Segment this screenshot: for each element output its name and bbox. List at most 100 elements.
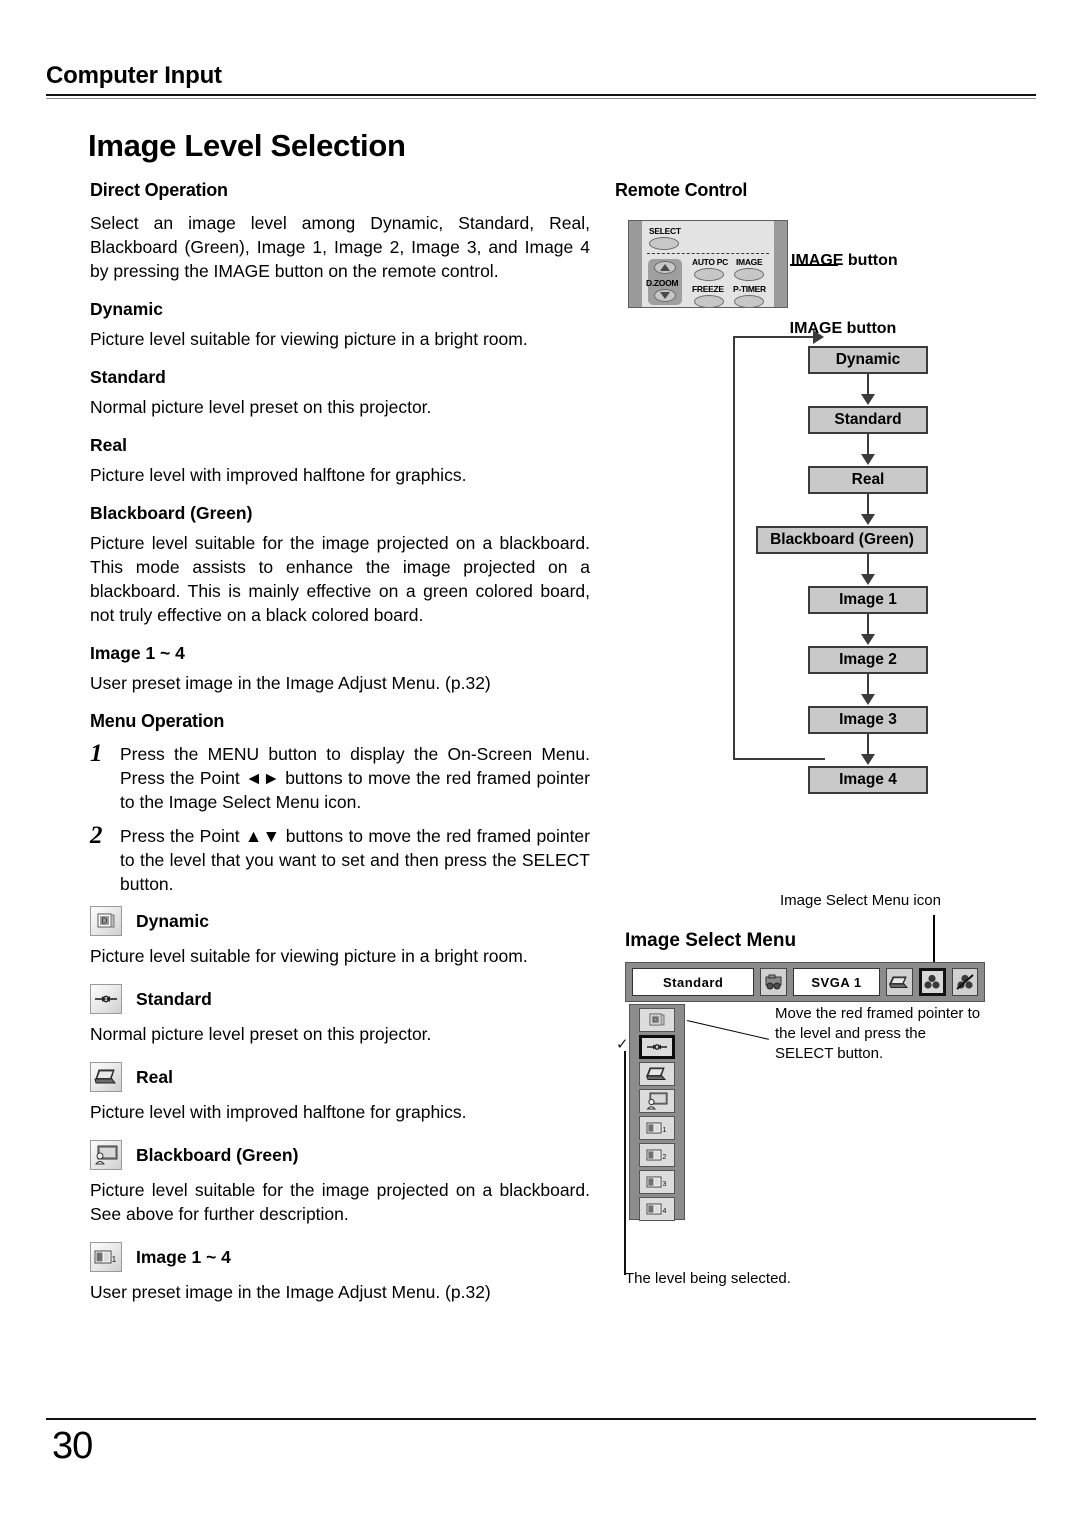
osd-icon-image-2[interactable]: 2 [639, 1143, 675, 1167]
menu-level-desc-blackboard: Picture level suitable for the image pro… [90, 1180, 590, 1224]
dynamic-icon: D [90, 906, 122, 936]
flow-connector-3 [808, 494, 928, 526]
remote-dzoom-up-button[interactable] [654, 261, 676, 274]
svg-text:1: 1 [663, 1127, 667, 1134]
step-2-number: 2 [90, 822, 103, 849]
remote-divider [647, 253, 769, 254]
menu-level-row-blackboard: Blackboard (Green) [90, 1140, 590, 1170]
header-rule-top [46, 94, 1036, 96]
menu-level-desc-image1-4: User preset image in the Image Adjust Me… [90, 1282, 491, 1302]
remote-dzoom-label: D.ZOOM [646, 278, 679, 288]
level-term-standard: Standard [90, 367, 166, 387]
menu-level-desc-real: Picture level with improved halftone for… [90, 1102, 467, 1122]
remote-image-button[interactable] [734, 268, 764, 281]
step-1-number: 1 [90, 740, 103, 767]
image-adjust-menu-icon[interactable] [951, 968, 979, 996]
level-term-real: Real [90, 435, 127, 455]
osd-level-icon-column: ✓ D 1 2 3 4 [616, 1004, 685, 1275]
level-desc-blackboard: Picture level suitable for the image pro… [90, 533, 590, 625]
menu-level-label-dynamic: Dynamic [136, 910, 209, 931]
flow-loop-top [733, 336, 817, 338]
flow-node-image-2: Image 2 [808, 646, 928, 674]
step-2: 2 Press the Point ▲▼ buttons to move the… [90, 822, 590, 896]
svg-text:D: D [653, 1017, 658, 1024]
laptop-icon[interactable] [886, 968, 913, 996]
chapter-title: Computer Input [46, 62, 222, 89]
flow-loop-vertical [733, 336, 735, 760]
flow-loop-arrowhead [813, 330, 824, 344]
osd-icon-image-3[interactable]: 3 [639, 1170, 675, 1194]
osd-pointer-checkmark: ✓ [616, 1036, 629, 1053]
camera-icon[interactable] [760, 968, 787, 996]
level-desc-image1-4: User preset image in the Image Adjust Me… [90, 673, 491, 693]
real-icon [90, 1062, 122, 1092]
page-title: Image Level Selection [88, 128, 406, 163]
svg-text:1: 1 [112, 1255, 117, 1264]
flow-node-image-1: Image 1 [808, 586, 928, 614]
osd-input-field[interactable]: SVGA 1 [792, 968, 881, 996]
flow-connector-7 [808, 734, 928, 766]
standard-icon [90, 984, 122, 1014]
remote-left-rail [629, 221, 642, 307]
page-number: 30 [52, 1425, 93, 1467]
flow-node-blackboard: Blackboard (Green) [756, 526, 928, 554]
right-column: Remote Control SELECT D.ZOOM AUTO PC IMA… [615, 180, 1035, 1287]
svg-text:3: 3 [663, 1181, 667, 1188]
remote-freeze-label: FREEZE [692, 284, 724, 294]
remote-right-rail [774, 221, 787, 307]
osd-bottom-note-text: The level being selected. [625, 1270, 791, 1287]
osd-selected-level-leader [624, 1051, 626, 1275]
page-header: Computer Input [46, 62, 1036, 99]
osd-icon-standard[interactable] [639, 1035, 675, 1059]
osd-note-leader [686, 1020, 769, 1040]
svg-text:2: 2 [663, 1154, 667, 1161]
remote-autopc-button[interactable] [694, 268, 724, 281]
flow-connector-2 [808, 434, 928, 466]
osd-icon-image-1[interactable]: 1 [639, 1116, 675, 1140]
remote-callout-label: IMAGE button [791, 252, 898, 269]
menu-level-desc-standard: Normal picture level preset on this proj… [90, 1024, 432, 1044]
flow-connector-1 [808, 374, 928, 406]
blackboard-icon [90, 1140, 122, 1170]
flow-node-image-4: Image 4 [808, 766, 928, 794]
level-desc-real: Picture level with improved halftone for… [90, 465, 467, 485]
flow-connector-4 [808, 554, 928, 586]
remote-select-button[interactable] [649, 237, 679, 250]
menu-level-label-real: Real [136, 1066, 173, 1087]
flow-node-dynamic: Dynamic [808, 346, 928, 374]
header-rule-bottom [46, 98, 1036, 99]
menu-level-row-standard: Standard [90, 984, 590, 1014]
remote-dzoom-down-button[interactable] [654, 289, 676, 302]
level-desc-standard: Normal picture level preset on this proj… [90, 397, 432, 417]
image-level-flowchart: IMAGE button Dynamic Standard Real Black… [715, 320, 965, 794]
step-1-text: Press the MENU button to display the On-… [120, 744, 590, 812]
image-select-menu-icon[interactable] [918, 968, 946, 996]
osd-icon-blackboard[interactable] [639, 1089, 675, 1113]
remote-ptimer-button[interactable] [734, 295, 764, 308]
svg-text:D: D [102, 917, 108, 926]
osd-icon-dynamic[interactable]: D [639, 1008, 675, 1032]
image-select-menu-icon-callout: Image Select Menu icon [780, 892, 941, 909]
osd-icon-image-4[interactable]: 4 [639, 1197, 675, 1221]
menu-level-desc-dynamic: Picture level suitable for viewing pictu… [90, 946, 528, 966]
flow-connector-6 [808, 674, 928, 706]
flow-connector-5 [808, 614, 928, 646]
footer-rule [46, 1418, 1036, 1420]
menu-level-label-standard: Standard [136, 988, 212, 1009]
svg-text:4: 4 [663, 1208, 667, 1215]
level-term-image1-4: Image 1 ~ 4 [90, 643, 185, 663]
flow-node-real: Real [808, 466, 928, 494]
step-1: 1 Press the MENU button to display the O… [90, 740, 590, 814]
osd-note-text: Move the red framed pointer to the level… [775, 1005, 981, 1062]
direct-operation-text: Select an image level among Dynamic, Sta… [90, 213, 590, 281]
remote-control-illustration: SELECT D.ZOOM AUTO PC IMAGE FREEZE P-TIM… [628, 220, 788, 308]
remote-freeze-button[interactable] [694, 295, 724, 308]
menu-level-row-dynamic: D Dynamic [90, 906, 590, 936]
remote-autopc-label: AUTO PC [692, 257, 728, 267]
remote-image-label: IMAGE [736, 257, 763, 267]
osd-icon-real[interactable] [639, 1062, 675, 1086]
direct-operation-heading: Direct Operation [90, 180, 228, 200]
osd-level-field[interactable]: Standard [632, 968, 755, 996]
flow-node-standard: Standard [808, 406, 928, 434]
level-desc-dynamic: Picture level suitable for viewing pictu… [90, 329, 528, 349]
